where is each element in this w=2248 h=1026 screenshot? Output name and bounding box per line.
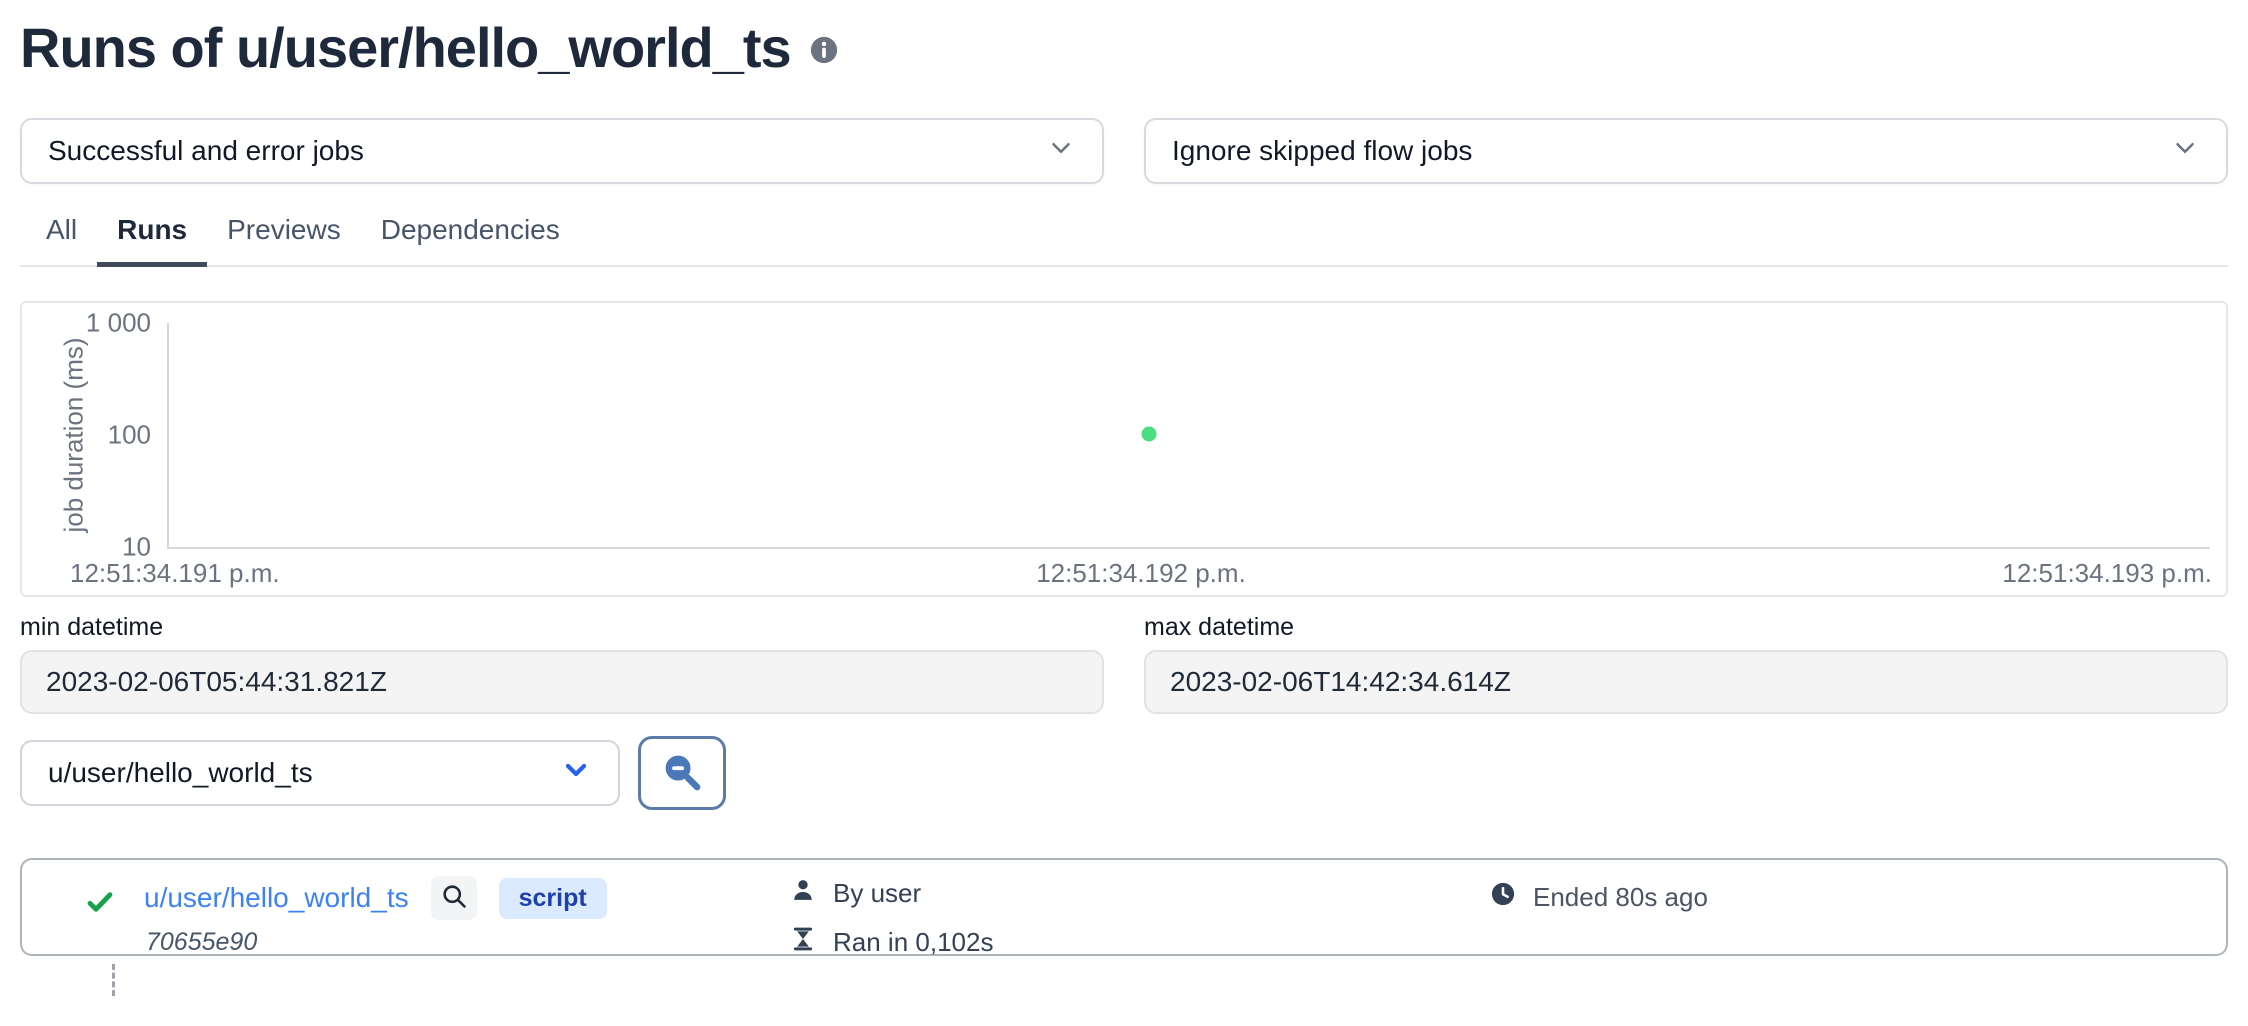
page-title: Runs of u/user/hello_world_ts	[20, 15, 791, 80]
skipped-filter-value: Ignore skipped flow jobs	[1172, 135, 1472, 167]
runs-page: Runs of u/user/hello_world_ts Successful…	[20, 16, 2228, 996]
filters-row: Successful and error jobs Ignore skipped…	[20, 118, 2228, 184]
search-icon	[661, 751, 703, 796]
run-ended: Ended 80s ago	[1533, 882, 1708, 913]
chart-point[interactable]	[1141, 427, 1156, 442]
inspect-run-button[interactable]	[431, 876, 477, 920]
magnifier-icon	[440, 882, 468, 915]
run-main: u/user/hello_world_ts script 70655e90	[144, 876, 789, 957]
script-path-select[interactable]: u/user/hello_world_ts	[20, 740, 620, 806]
chevron-down-icon	[2170, 133, 2200, 170]
x-tick-left: 12:51:34.191 p.m.	[70, 558, 280, 589]
run-list: u/user/hello_world_ts script 70655e90	[20, 858, 2228, 956]
datetime-filters: min datetime max datetime	[20, 613, 2228, 714]
run-row[interactable]: u/user/hello_world_ts script 70655e90	[22, 860, 2226, 960]
y-tick-100: 100	[108, 420, 151, 451]
max-datetime-field: max datetime	[1144, 613, 2228, 714]
success-check-icon	[84, 886, 118, 923]
x-axis-ticks: 12:51:34.191 p.m. 12:51:34.192 p.m. 12:5…	[70, 558, 2212, 589]
x-tick-center: 12:51:34.192 p.m.	[1036, 558, 1246, 589]
script-picker-row: u/user/hello_world_ts	[20, 736, 2228, 810]
search-button[interactable]	[638, 736, 726, 810]
min-datetime-label: min datetime	[20, 613, 1104, 642]
chevron-down-icon	[1046, 133, 1076, 170]
clock-icon	[1489, 880, 1517, 915]
run-id: 70655e90	[146, 928, 789, 957]
x-tick-right: 12:51:34.193 p.m.	[2002, 558, 2212, 589]
timeline-tick	[112, 964, 115, 996]
tabs: All Runs Previews Dependencies	[20, 214, 2228, 267]
min-datetime-field: min datetime	[20, 613, 1104, 714]
runs-duration-chart[interactable]: job duration (ms) 1 000 100 10 12:51:34.…	[20, 301, 2228, 597]
status-filter-select[interactable]: Successful and error jobs	[20, 118, 1104, 184]
y-tick-1000: 1 000	[86, 308, 151, 339]
script-path-value: u/user/hello_world_ts	[48, 757, 313, 789]
min-datetime-input[interactable]	[20, 650, 1104, 714]
chart-plot: 1 000 100 10	[167, 323, 2210, 549]
job-kind-badge: script	[499, 878, 607, 919]
status-filter-value: Successful and error jobs	[48, 135, 364, 167]
tab-runs[interactable]: Runs	[97, 214, 207, 267]
tab-dependencies[interactable]: Dependencies	[361, 214, 580, 267]
page-header: Runs of u/user/hello_world_ts	[20, 16, 2228, 78]
chevron-down-icon	[560, 754, 592, 793]
hourglass-icon	[789, 925, 817, 960]
run-duration: Ran in 0,102s	[833, 927, 993, 958]
skipped-filter-select[interactable]: Ignore skipped flow jobs	[1144, 118, 2228, 184]
run-ended-line: Ended 80s ago	[1489, 880, 1708, 915]
tab-previews[interactable]: Previews	[207, 214, 361, 267]
run-path-link[interactable]: u/user/hello_world_ts	[144, 882, 409, 914]
tab-all[interactable]: All	[26, 214, 97, 267]
max-datetime-input[interactable]	[1144, 650, 2228, 714]
run-meta: By user Ran in 0,102s	[789, 876, 1489, 960]
person-icon	[789, 876, 817, 911]
y-axis-title: job duration (ms)	[59, 337, 90, 532]
triggered-by: By user	[833, 878, 921, 909]
info-icon[interactable]	[809, 35, 839, 65]
max-datetime-label: max datetime	[1144, 613, 2228, 642]
